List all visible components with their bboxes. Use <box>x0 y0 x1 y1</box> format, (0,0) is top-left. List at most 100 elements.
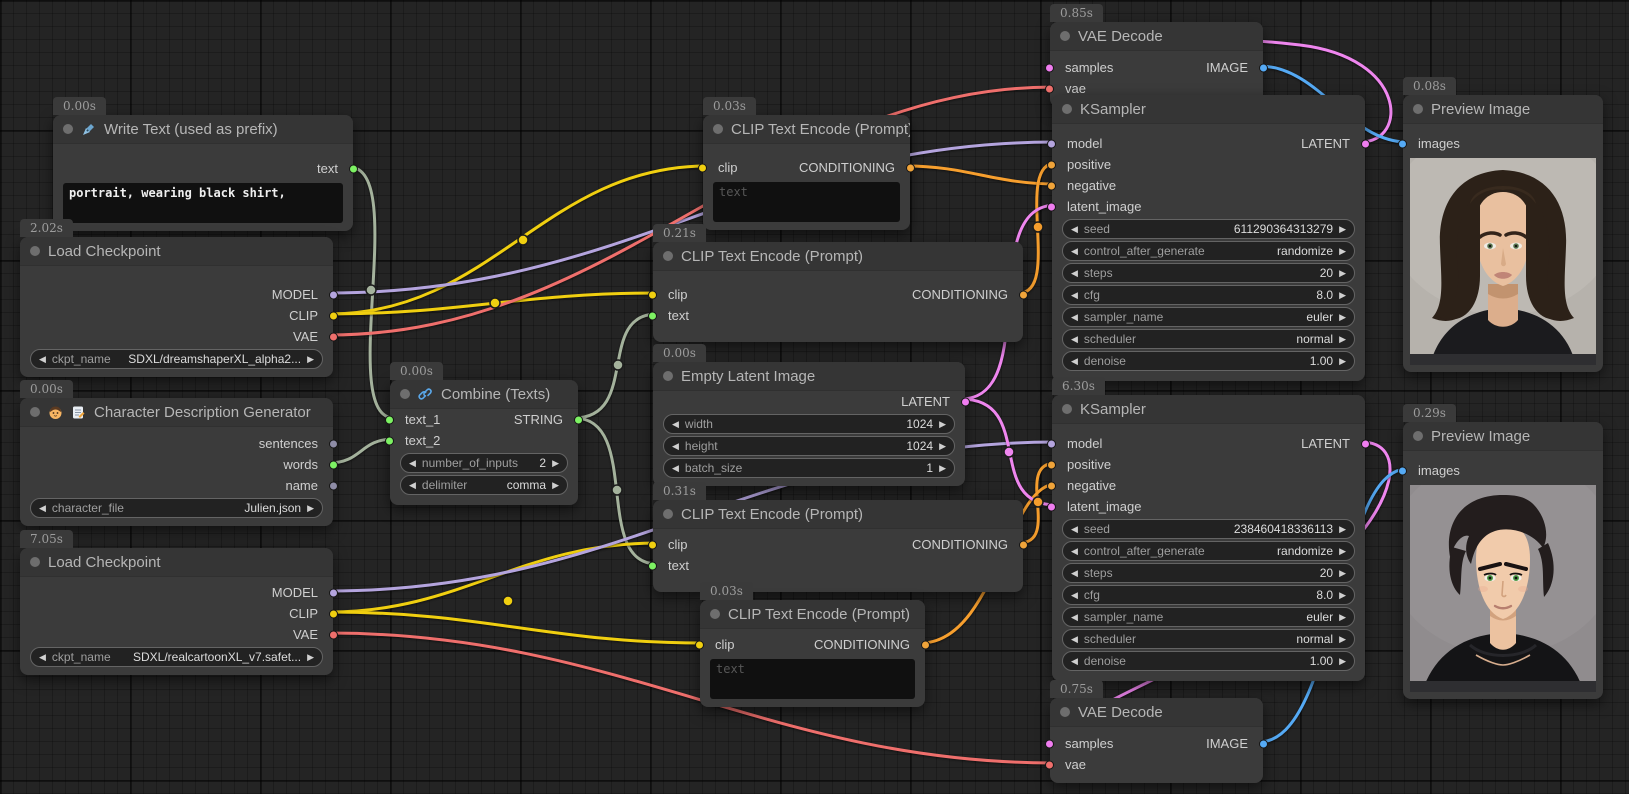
widget-left-arrow-icon[interactable]: ◀ <box>409 459 416 468</box>
node-title-bar[interactable]: VAE Decode <box>1050 698 1263 727</box>
widget-scheduler[interactable]: ◀schedulernormal▶ <box>1062 329 1355 349</box>
node-title-bar[interactable]: CLIP Text Encode (Prompt) <box>700 600 925 629</box>
node-clip-text-encode-top[interactable]: 0.03s CLIP Text Encode (Prompt) clip CON… <box>703 115 910 230</box>
widget-right-arrow-icon[interactable]: ▶ <box>307 653 314 662</box>
widget-left-arrow-icon[interactable]: ◀ <box>1071 657 1078 666</box>
node-load-checkpoint-1[interactable]: 2.02s Load Checkpoint MODEL CLIP VAE ◀ c… <box>20 237 333 377</box>
widget-seed[interactable]: ◀seed611290364313279▶ <box>1062 219 1355 239</box>
output-slot-dot-image[interactable] <box>1259 63 1268 72</box>
widget-cfg[interactable]: ◀cfg8.0▶ <box>1062 585 1355 605</box>
widget-right-arrow-icon[interactable]: ▶ <box>939 464 946 473</box>
widget-right-arrow-icon[interactable]: ▶ <box>1339 269 1346 278</box>
widget-left-arrow-icon[interactable]: ◀ <box>1071 225 1078 234</box>
widget-scheduler[interactable]: ◀schedulernormal▶ <box>1062 629 1355 649</box>
node-clip-text-encode-bottom[interactable]: 0.03s CLIP Text Encode (Prompt) clip CON… <box>700 600 925 707</box>
widget-left-arrow-icon[interactable]: ◀ <box>1071 247 1078 256</box>
widget-left-arrow-icon[interactable]: ◀ <box>1071 591 1078 600</box>
node-empty-latent-image[interactable]: 0.00s Empty Latent Image LATENT ◀ width … <box>653 362 965 486</box>
widget-ckpt-name[interactable]: ◀ ckpt_name SDXL/realcartoonXL_v7.safet.… <box>30 647 323 667</box>
node-title-bar[interactable]: Load Checkpoint <box>20 237 333 266</box>
widget-right-arrow-icon[interactable]: ▶ <box>1339 357 1346 366</box>
node-combine-texts[interactable]: 0.00s Combine (Texts) text_1 STRING text… <box>390 380 578 505</box>
widget-left-arrow-icon[interactable]: ◀ <box>672 420 679 429</box>
widget-right-arrow-icon[interactable]: ▶ <box>939 420 946 429</box>
widget-left-arrow-icon[interactable]: ◀ <box>1071 357 1078 366</box>
widget-left-arrow-icon[interactable]: ◀ <box>1071 335 1078 344</box>
collapse-dot[interactable] <box>663 251 673 261</box>
widget-left-arrow-icon[interactable]: ◀ <box>1071 313 1078 322</box>
input-slot-dot-positive[interactable] <box>1047 460 1056 469</box>
collapse-dot[interactable] <box>400 389 410 399</box>
widget-steps[interactable]: ◀steps20▶ <box>1062 563 1355 583</box>
collapse-dot[interactable] <box>1062 404 1072 414</box>
widget-left-arrow-icon[interactable]: ◀ <box>39 355 46 364</box>
widget-left-arrow-icon[interactable]: ◀ <box>1071 269 1078 278</box>
input-slot-dot-text[interactable] <box>648 311 657 320</box>
widget-steps[interactable]: ◀steps20▶ <box>1062 263 1355 283</box>
widget-ckpt-name[interactable]: ◀ ckpt_name SDXL/dreamshaperXL_alpha2...… <box>30 349 323 369</box>
widget-width[interactable]: ◀ width 1024 ▶ <box>663 414 955 434</box>
input-slot-dot-vae[interactable] <box>1045 84 1054 93</box>
widget-sampler-name[interactable]: ◀sampler_nameeuler▶ <box>1062 307 1355 327</box>
widget-left-arrow-icon[interactable]: ◀ <box>409 481 416 490</box>
widget-batch-size[interactable]: ◀ batch_size 1 ▶ <box>663 458 955 478</box>
widget-right-arrow-icon[interactable]: ▶ <box>1339 313 1346 322</box>
input-slot-dot-vae[interactable] <box>1045 760 1054 769</box>
link-midpoint-dot[interactable] <box>503 596 513 606</box>
output-slot-dot-model[interactable] <box>329 588 338 597</box>
node-title-bar[interactable]: Empty Latent Image <box>653 362 965 391</box>
input-slot-dot-latent-image[interactable] <box>1047 502 1056 511</box>
link-midpoint-dot[interactable] <box>613 360 623 370</box>
node-title-bar[interactable]: KSampler <box>1052 95 1365 124</box>
widget-right-arrow-icon[interactable]: ▶ <box>939 442 946 451</box>
node-preview-image-1[interactable]: 0.08s Preview Image images <box>1403 95 1603 372</box>
output-slot-dot-clip[interactable] <box>329 311 338 320</box>
node-title-bar[interactable]: Load Checkpoint <box>20 548 333 577</box>
widget-right-arrow-icon[interactable]: ▶ <box>1339 225 1346 234</box>
widget-right-arrow-icon[interactable]: ▶ <box>307 504 314 513</box>
node-title-bar[interactable]: CLIP Text Encode (Prompt) <box>703 115 910 144</box>
output-slot-dot-words[interactable] <box>329 460 338 469</box>
output-slot-dot-name[interactable] <box>329 481 338 490</box>
widget-right-arrow-icon[interactable]: ▶ <box>552 481 559 490</box>
text-widget[interactable]: text <box>713 182 900 222</box>
collapse-dot[interactable] <box>63 124 73 134</box>
input-slot-dot-clip[interactable] <box>648 290 657 299</box>
node-title-bar[interactable]: Preview Image <box>1403 95 1603 124</box>
output-slot-dot-latent[interactable] <box>1361 439 1370 448</box>
collapse-dot[interactable] <box>1413 104 1423 114</box>
output-slot-dot-clip[interactable] <box>329 609 338 618</box>
node-title-bar[interactable]: VAE Decode <box>1050 22 1263 51</box>
input-slot-dot-negative[interactable] <box>1047 181 1056 190</box>
output-slot-dot-conditioning[interactable] <box>921 640 930 649</box>
node-preview-image-2[interactable]: 0.29s Preview Image images <box>1403 422 1603 699</box>
widget-left-arrow-icon[interactable]: ◀ <box>672 464 679 473</box>
output-slot-dot-conditioning[interactable] <box>906 163 915 172</box>
widget-right-arrow-icon[interactable]: ▶ <box>1339 547 1346 556</box>
input-slot-dot-positive[interactable] <box>1047 160 1056 169</box>
node-title-bar[interactable]: CLIP Text Encode (Prompt) <box>653 500 1023 529</box>
output-slot-dot-model[interactable] <box>329 290 338 299</box>
widget-right-arrow-icon[interactable]: ▶ <box>1339 525 1346 534</box>
widget-right-arrow-icon[interactable]: ▶ <box>1339 335 1346 344</box>
widget-left-arrow-icon[interactable]: ◀ <box>1071 291 1078 300</box>
node-title-bar[interactable]: KSampler <box>1052 395 1365 424</box>
collapse-dot[interactable] <box>30 407 40 417</box>
output-slot-dot-sentences[interactable] <box>329 439 338 448</box>
widget-left-arrow-icon[interactable]: ◀ <box>39 504 46 513</box>
widget-left-arrow-icon[interactable]: ◀ <box>1071 635 1078 644</box>
node-title-bar[interactable]: Write Text (used as prefix) <box>53 115 353 144</box>
node-write-text[interactable]: 0.00s Write Text (used as prefix) text p… <box>53 115 353 231</box>
input-slot-dot-clip[interactable] <box>695 640 704 649</box>
node-title-bar[interactable]: Combine (Texts) <box>390 380 578 409</box>
input-slot-dot-text1[interactable] <box>385 415 394 424</box>
collapse-dot[interactable] <box>30 246 40 256</box>
widget-left-arrow-icon[interactable]: ◀ <box>1071 569 1078 578</box>
output-slot-dot-latent[interactable] <box>961 397 970 406</box>
input-slot-dot-negative[interactable] <box>1047 481 1056 490</box>
widget-right-arrow-icon[interactable]: ▶ <box>1339 591 1346 600</box>
output-slot-dot-conditioning[interactable] <box>1019 540 1028 549</box>
collapse-dot[interactable] <box>1060 31 1070 41</box>
node-title-bar[interactable]: Character Description Generator <box>20 398 333 427</box>
widget-number-of-inputs[interactable]: ◀ number_of_inputs 2 ▶ <box>400 453 568 473</box>
